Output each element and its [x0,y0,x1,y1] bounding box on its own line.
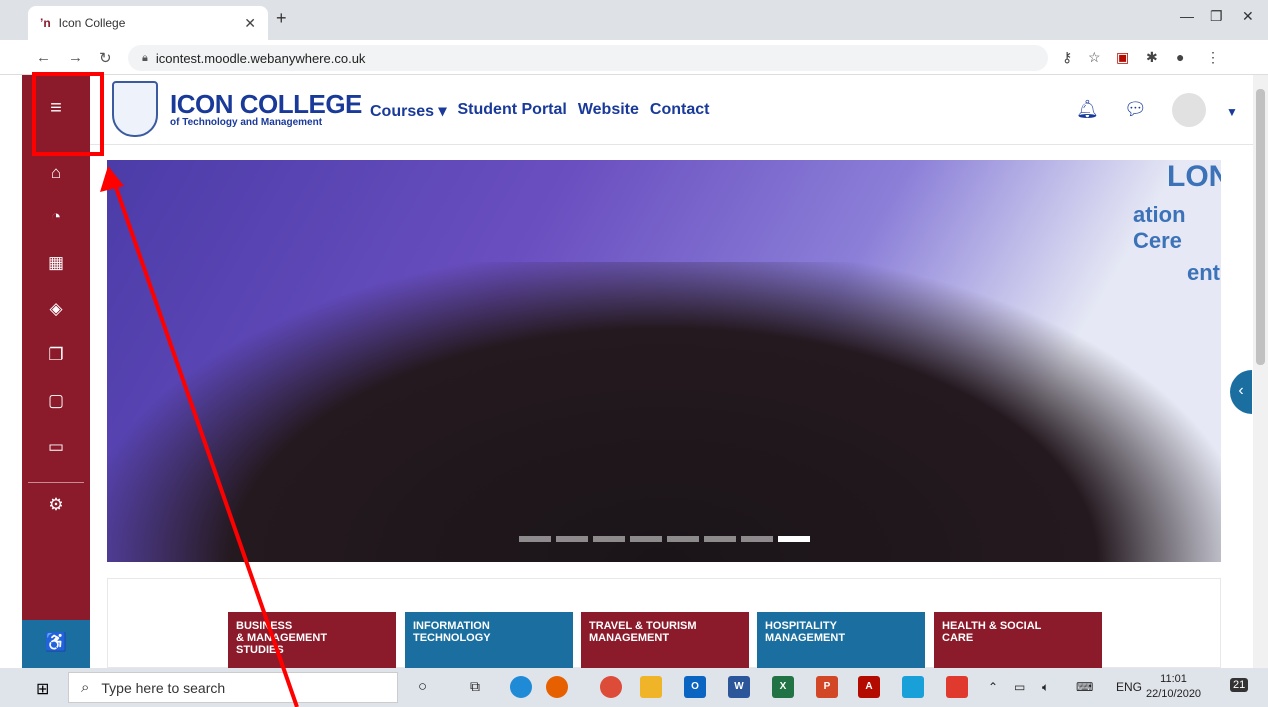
file-explorer-icon[interactable] [640,676,662,698]
page-scrollbar[interactable] [1253,75,1268,668]
carousel-dot[interactable] [556,536,588,542]
left-sidebar: ≡ ⌂ ◔ ▦ ◈ ❐ ▢ ▭ ⚙ ♿ [22,75,90,668]
site-header: ICON COLLEGE of Technology and Managemen… [90,75,1253,145]
address-bar-row: ← → ↻ 🔒︎ icontest.moodle.webanywhere.co.… [0,40,1268,75]
search-placeholder: Type here to search [101,679,226,696]
banner-text-ceremony: ation Cere [1133,202,1186,253]
tray-chevron-icon[interactable]: ⌃ [988,680,998,694]
windows-taskbar: ⊞ ⌕ Type here to search ○ ⧉ O W X P A ⌃ … [0,668,1268,707]
firefox-icon[interactable] [546,676,568,698]
dashboard-icon[interactable]: ◔ [22,207,90,227]
volume-icon[interactable]: 🔈︎ [1042,680,1049,695]
college-crest-icon[interactable] [112,81,158,137]
browser-tab-bar: ʼn Icon College ✕ + — ❐ ✕ [0,0,1268,40]
pdf-extension-icon[interactable]: ▣ [1116,49,1129,66]
network-icon[interactable]: ▭ [1014,680,1025,694]
bell-icon[interactable]: 🔔︎ [1076,99,1099,120]
word-icon[interactable]: W [728,676,750,698]
clipboard-icon[interactable]: ▢ [22,391,90,411]
edge-icon[interactable] [510,676,532,698]
graduates-photo [107,262,1221,562]
calendar-icon[interactable]: ▦ [22,253,90,273]
home-icon[interactable]: ⌂ [22,163,90,183]
layers-icon[interactable]: ◈ [22,299,90,319]
folder-icon[interactable]: ▭ [22,437,90,457]
extensions-icon[interactable]: ✱ [1146,49,1158,66]
excel-icon[interactable]: X [772,676,794,698]
clock[interactable]: 11:01 22/10/2020 [1146,672,1201,702]
gear-icon[interactable]: ⚙ [22,495,90,515]
carousel-indicators [519,536,810,542]
new-tab-icon[interactable]: + [276,8,287,29]
files-icon[interactable]: ❐ [22,345,90,365]
carousel-dot[interactable] [519,536,551,542]
main-menu: Courses ▾ Student Portal Website Contact [370,101,709,121]
url-text: icontest.moodle.webanywhere.co.uk [155,50,366,66]
powerpoint-icon[interactable]: P [816,676,838,698]
carousel-dot[interactable] [593,536,625,542]
task-view-icon[interactable]: ⧉ [470,678,480,695]
menu-courses[interactable]: Courses ▾ [370,101,447,121]
logo-title[interactable]: ICON COLLEGE [170,89,362,120]
tile-it[interactable]: INFORMATION TECHNOLOGY [405,612,573,669]
carousel-dot-active[interactable] [778,536,810,542]
close-window-icon[interactable]: ✕ [1242,8,1254,25]
close-tab-icon[interactable]: ✕ [244,15,256,32]
more-menu-icon[interactable]: ⋮ [1206,49,1220,66]
taskbar-search[interactable]: ⌕ Type here to search [68,672,398,703]
logo-subtitle: of Technology and Management [170,117,323,128]
browser-tab[interactable]: ʼn Icon College ✕ [28,6,268,40]
anydesk-icon[interactable] [946,676,968,698]
minimize-icon[interactable]: — [1180,8,1194,24]
tile-travel[interactable]: TRAVEL & TOURISM MANAGEMENT [581,612,749,669]
carousel-dot[interactable] [704,536,736,542]
back-icon[interactable]: ← [36,49,51,66]
tab-title: Icon College [58,16,126,30]
banner-text-centre: entre [1187,260,1221,285]
tile-business[interactable]: BUSINESS & MANAGEMENT STUDIES [228,612,396,669]
menu-student-portal[interactable]: Student Portal [458,101,567,121]
avatar[interactable] [1172,93,1206,127]
menu-contact[interactable]: Contact [650,101,710,121]
clock-time: 11:01 [1160,673,1187,685]
outlook-icon[interactable]: O [684,676,706,698]
favicon-icon: ʼn [40,16,51,30]
carousel-dot[interactable] [741,536,773,542]
course-tiles: BUSINESS & MANAGEMENT STUDIES INFORMATIO… [107,578,1221,669]
menu-website[interactable]: Website [578,101,639,121]
restore-icon[interactable]: ❐ [1210,8,1223,25]
cortana-icon[interactable]: ○ [418,678,427,695]
sidebar-divider [28,482,84,483]
chevron-down-icon[interactable]: ▼ [1226,105,1238,119]
tile-health[interactable]: HEALTH & SOCIAL CARE [934,612,1102,669]
accessibility-icon[interactable]: ♿ [22,620,90,668]
url-field[interactable]: 🔒︎ icontest.moodle.webanywhere.co.uk [128,45,1048,71]
search-icon: ⌕ [81,679,90,696]
lock-icon: 🔒︎ [142,51,148,64]
reload-icon[interactable]: ↻ [99,49,112,67]
tile-hospitality[interactable]: HOSPITALITY MANAGEMENT [757,612,925,669]
star-icon[interactable]: ☆ [1088,49,1101,66]
language-indicator[interactable]: ENG [1116,680,1142,694]
chevron-left-icon[interactable]: ‹ [1230,370,1252,414]
notifications-icon[interactable]: 21 [1230,678,1249,692]
chrome-icon[interactable] [600,676,622,698]
forward-icon[interactable]: → [68,49,83,66]
app-icon[interactable] [902,676,924,698]
carousel-dot[interactable] [667,536,699,542]
chat-icon[interactable]: 💬︎ [1124,99,1147,120]
menu-icon[interactable]: ≡ [22,97,90,120]
banner-text-london: LONDON [1167,160,1221,193]
profile-icon[interactable]: ● [1176,49,1184,65]
carousel-dot[interactable] [630,536,662,542]
clock-date: 22/10/2020 [1146,688,1202,700]
keyboard-icon[interactable]: ⌨ [1076,680,1093,694]
acrobat-icon[interactable]: A [858,676,880,698]
hero-carousel[interactable]: LONDON ation Cere entre [107,160,1221,562]
key-icon[interactable]: ⚷ [1062,49,1072,66]
windows-start-icon[interactable]: ⊞ [36,679,49,699]
scroll-thumb[interactable] [1256,89,1265,365]
